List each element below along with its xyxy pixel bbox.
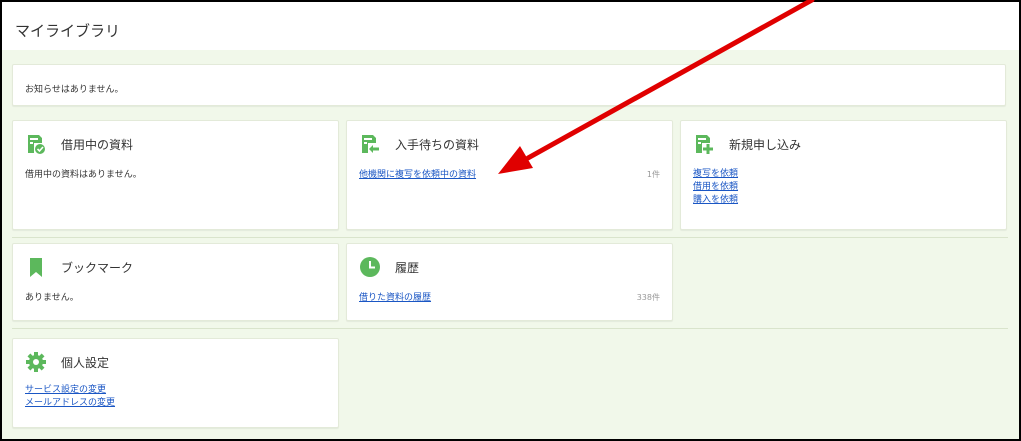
service-settings-link[interactable]: サービス設定の変更 (25, 384, 326, 397)
new-request-card-header: 新規申し込み (693, 132, 801, 156)
borrowing-card: 借用中の資料 借用中の資料はありません。 (12, 120, 339, 230)
history-card: 履歴 借りた資料の履歴 338件 (346, 243, 673, 321)
copy-request-pending-link[interactable]: 他機関に複写を依頼中の資料 (359, 167, 476, 180)
waiting-card-header: 入手待ちの資料 (359, 132, 479, 156)
waiting-card: 入手待ちの資料 他機関に複写を依頼中の資料 1件 (346, 120, 673, 230)
request-copy-link[interactable]: 複写を依頼 (693, 168, 994, 181)
settings-title: 個人設定 (61, 355, 110, 370)
borrowing-empty-text: 借用中の資料はありません。 (25, 170, 142, 180)
new-request-title: 新規申し込み (729, 137, 802, 152)
borrowing-title: 借用中の資料 (61, 137, 134, 152)
borrowing-card-header: 借用中の資料 (25, 132, 133, 156)
row-divider-1 (12, 237, 1008, 238)
notice-text: お知らせはありません。 (25, 85, 124, 95)
page-header: マイライブラリ (2, 2, 1019, 50)
bookmark-title: ブックマーク (61, 260, 134, 275)
request-purchase-link[interactable]: 購入を依頼 (693, 194, 994, 207)
row-divider-2 (12, 328, 1008, 329)
new-request-card: 新規申し込み 複写を依頼 借用を依頼 購入を依頼 (680, 120, 1007, 230)
waiting-title: 入手待ちの資料 (395, 137, 480, 152)
waiting-row: 他機関に複写を依頼中の資料 1件 (359, 167, 660, 180)
book-check-icon (25, 133, 47, 155)
settings-card-header: 個人設定 (25, 350, 109, 374)
notice-card: お知らせはありません。 (12, 64, 1006, 106)
book-plus-icon (693, 133, 715, 155)
bookmark-card: ブックマーク ありません。 (12, 243, 339, 321)
history-count: 338件 (636, 293, 660, 302)
bookmark-card-header: ブックマーク (25, 255, 133, 279)
bookmark-empty-text: ありません。 (25, 293, 79, 303)
history-card-header: 履歴 (359, 255, 419, 279)
request-loan-link[interactable]: 借用を依頼 (693, 181, 994, 194)
page-title: マイライブラリ (15, 22, 121, 40)
my-library-panel: マイライブラリ お知らせはありません。 借用中の資料 借用中の資料はありません。 (0, 0, 1021, 441)
clock-icon (359, 256, 381, 278)
settings-card: 個人設定 サービス設定の変更 メールアドレスの変更 (12, 338, 339, 428)
waiting-count: 1件 (646, 170, 660, 179)
email-change-link[interactable]: メールアドレスの変更 (25, 397, 326, 410)
bookmark-icon (25, 256, 47, 278)
history-title: 履歴 (395, 260, 420, 275)
book-arrow-icon (359, 133, 381, 155)
gear-icon (25, 351, 47, 373)
history-row: 借りた資料の履歴 338件 (359, 290, 660, 303)
loan-history-link[interactable]: 借りた資料の履歴 (359, 290, 431, 303)
